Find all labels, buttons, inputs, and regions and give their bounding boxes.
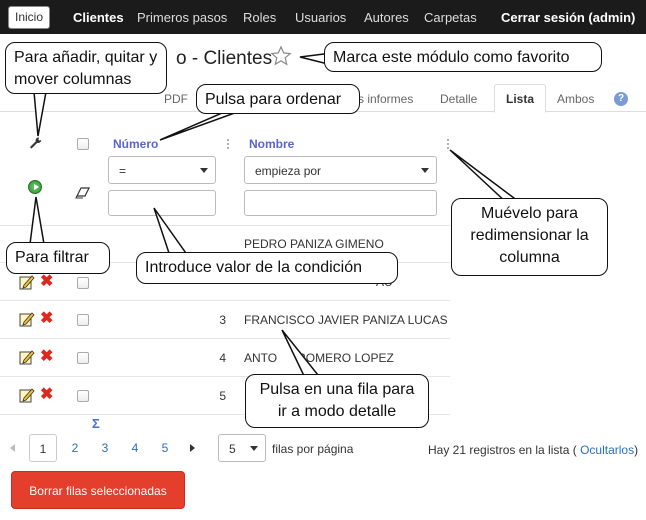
records-count: Hay 21 registros en la lista ( Ocultarlo… — [428, 443, 638, 457]
nombre-filter-input[interactable] — [244, 190, 437, 216]
nav-item-clientes[interactable]: Clientes — [73, 10, 124, 25]
delete-icon[interactable]: ✖ — [40, 311, 53, 327]
pager-page-1[interactable]: 1 — [29, 434, 57, 462]
tab-pdf[interactable]: PDF — [164, 92, 188, 106]
callout-condition: Introduce valor de la condición — [136, 252, 398, 284]
pager-prev-icon[interactable] — [10, 444, 15, 452]
rows-per-page-select[interactable]: 5 — [218, 434, 266, 462]
column-header-numero[interactable]: Número — [113, 137, 158, 151]
hide-records-link[interactable]: Ocultarlos — [580, 443, 634, 457]
pager-page-4[interactable]: 4 — [121, 434, 149, 462]
nav-item-roles[interactable]: Roles — [243, 10, 276, 25]
rows-per-page-value: 5 — [229, 442, 236, 456]
callout-filter: Para filtrar — [6, 242, 110, 274]
edit-icon[interactable] — [19, 349, 35, 365]
select-all-checkbox[interactable] — [77, 138, 89, 150]
callout-favorite: Marca este módulo como favorito — [324, 42, 602, 72]
row-divider — [0, 225, 450, 226]
nav-home-button[interactable]: Inicio — [8, 6, 50, 29]
records-count-close: ) — [634, 443, 639, 457]
edit-icon[interactable] — [19, 311, 35, 327]
help-icon[interactable]: ? — [614, 92, 628, 106]
row-checkbox[interactable] — [77, 390, 89, 402]
records-count-text: Hay 21 registros en la lista ( — [428, 443, 577, 457]
callout-sort: Pulsa para ordenar — [196, 84, 360, 114]
numero-operator-value: = — [119, 164, 127, 178]
favorite-star-icon[interactable] — [270, 45, 292, 67]
nav-item-primeros-pasos[interactable]: Primeros pasos — [137, 10, 227, 25]
page-title: o - Clientes — [176, 48, 273, 69]
column-header-nombre[interactable]: Nombre — [249, 137, 294, 151]
nav-item-usuarios[interactable]: Usuarios — [295, 10, 346, 25]
numero-operator-select[interactable]: = — [108, 156, 216, 184]
nombre-operator-select[interactable]: empieza por — [244, 156, 437, 184]
edit-icon[interactable] — [19, 274, 35, 290]
tab-ambos[interactable]: Ambos — [557, 92, 594, 106]
nombre-operator-value: empieza por — [255, 164, 322, 178]
row-name: FRANCISCO JAVIER PANIZA LUCAS — [244, 313, 448, 327]
numero-filter-input[interactable] — [108, 190, 216, 216]
pager-page-3[interactable]: 3 — [91, 434, 119, 462]
column-resize-handle[interactable] — [446, 138, 450, 150]
tab-detalle[interactable]: Detalle — [440, 92, 477, 106]
row-divider — [0, 338, 450, 339]
top-navbar: Inicio Clientes Primeros pasos Roles Usu… — [0, 0, 646, 34]
column-resize-handle[interactable] — [226, 138, 230, 150]
callout-detail: Pulsa en una fila para ir a modo detalle — [245, 374, 429, 428]
tab-informes[interactable]: s informes — [358, 92, 413, 106]
nav-item-autores[interactable]: Autores — [364, 10, 409, 25]
edit-icon[interactable] — [19, 387, 35, 403]
sum-sigma-icon[interactable]: Σ — [92, 416, 100, 431]
delete-icon[interactable]: ✖ — [40, 349, 53, 365]
row-divider — [0, 300, 450, 301]
chevron-down-icon — [200, 168, 208, 173]
chevron-down-icon — [421, 168, 429, 173]
rows-per-page-label: filas por página — [272, 442, 354, 456]
delete-icon[interactable]: ✖ — [40, 387, 53, 403]
row-checkbox[interactable] — [77, 314, 89, 326]
filter-play-icon[interactable] — [28, 180, 42, 194]
row-number: 3 — [219, 313, 226, 327]
pager-page-2[interactable]: 2 — [61, 434, 89, 462]
row-name: PEDRO PANIZA GIMENO — [244, 237, 384, 251]
wrench-icon[interactable] — [29, 136, 43, 150]
callout-resize: Muévelo para redimensionar la columna — [451, 198, 608, 276]
tab-lista[interactable]: Lista — [494, 84, 546, 113]
callout-columns: Para añadir, quitar y mover columnas — [5, 42, 167, 94]
row-checkbox[interactable] — [77, 277, 89, 289]
row-number: 5 — [219, 389, 226, 403]
row-checkbox[interactable] — [77, 352, 89, 364]
row-number: 4 — [219, 351, 226, 365]
pager-page-5[interactable]: 5 — [151, 434, 179, 462]
chevron-down-icon — [250, 446, 258, 451]
nav-item-carpetas[interactable]: Carpetas — [424, 10, 477, 25]
row-name: ANTO ROMERO LOPEZ — [244, 351, 394, 365]
pager-next-icon[interactable] — [190, 444, 195, 452]
delete-icon[interactable]: ✖ — [40, 274, 53, 290]
eraser-icon[interactable] — [75, 187, 91, 199]
delete-selected-rows-button[interactable]: Borrar filas seleccionadas — [11, 471, 185, 509]
logout-link[interactable]: Cerrar sesión (admin) — [501, 10, 635, 25]
